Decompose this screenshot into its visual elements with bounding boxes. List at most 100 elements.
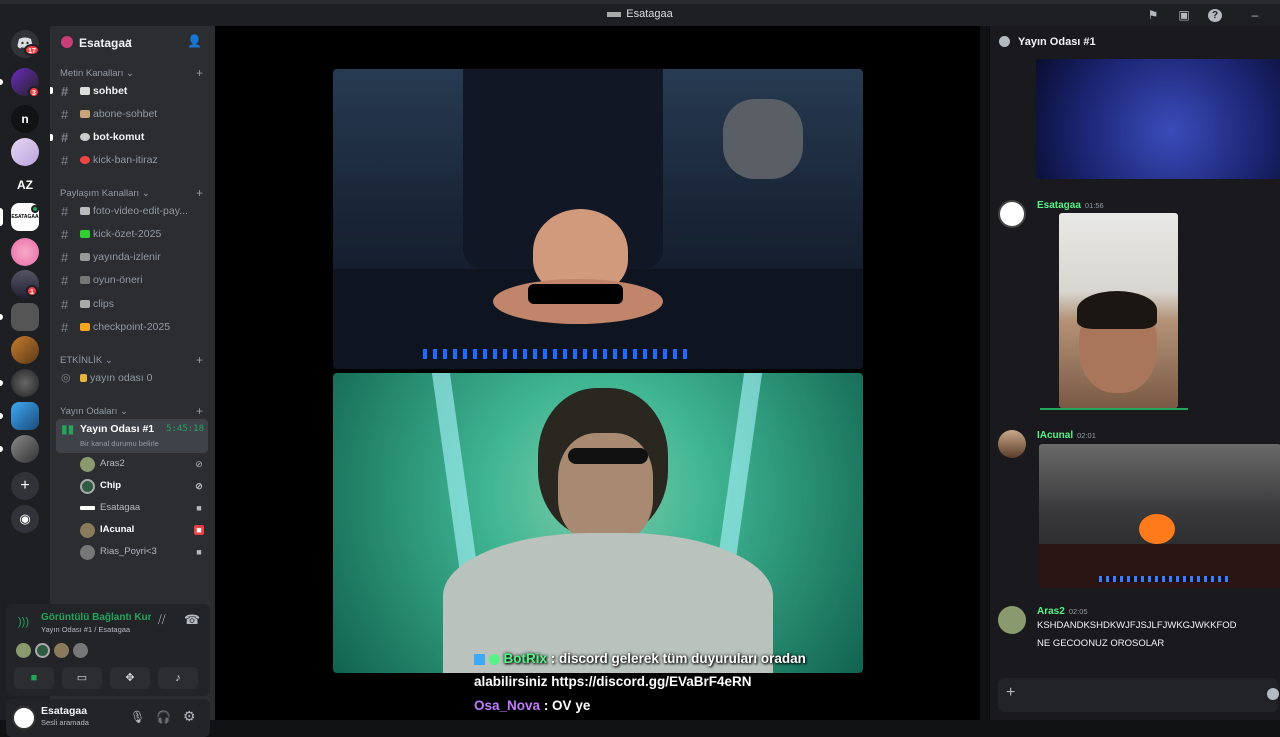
server-header[interactable]: Esatagaa ⌄ 👤	[50, 26, 215, 59]
server-icon[interactable]	[11, 369, 39, 397]
plus-icon[interactable]: +	[196, 353, 203, 367]
user-status: Sesli aramada	[41, 718, 89, 727]
video-tile-camera[interactable]	[333, 69, 863, 369]
screenshare-button[interactable]: ▭	[62, 667, 102, 689]
disconnect-icon[interactable]: ☎	[184, 612, 200, 628]
avatar	[35, 643, 50, 658]
message-attachment[interactable]	[1059, 213, 1178, 408]
message-author[interactable]: IAcunal 02:01	[1037, 430, 1096, 441]
title-bar: Esatagaa ⚑ ▣ ? –	[0, 0, 1280, 26]
video-tile-camera[interactable]	[333, 373, 863, 673]
category-share[interactable]: Paylaşım Kanalları ⌄ +	[60, 186, 205, 200]
voice-member[interactable]: Aras2 ⊘	[78, 454, 208, 474]
activity-button[interactable]: ✥	[110, 667, 150, 689]
server-boost-icon	[61, 36, 73, 48]
server-icon[interactable]	[11, 336, 39, 364]
voice-member[interactable]: IAcunal ■	[78, 520, 208, 540]
bot-badge-icon	[474, 653, 485, 665]
channel-abone-sohbet[interactable]: # abone-sohbet	[56, 104, 208, 125]
voice-connection-panel: ))) Görüntülü Bağlantı Kur Yayın Odası #…	[6, 604, 210, 696]
hash-icon: #	[61, 107, 69, 122]
hash-icon: #	[61, 320, 69, 335]
add-server-icon[interactable]: +	[11, 472, 39, 500]
message-text: KSHDANDKSHDKWJFJSJLFJWKGJWKKFOD	[1037, 620, 1237, 631]
server-icon[interactable]	[11, 303, 39, 331]
avatar[interactable]	[12, 706, 36, 730]
mic-muted-icon: ⊘	[195, 459, 203, 469]
avatar[interactable]	[998, 606, 1026, 634]
server-icon[interactable]	[11, 238, 39, 266]
window-title: Esatagaa	[0, 8, 1280, 20]
channel-status[interactable]: Bir kanal durumu belirle	[80, 434, 159, 453]
server-icon-n[interactable]: n	[11, 105, 39, 133]
channel-foto-video[interactable]: # foto-video-edit-pay...	[56, 201, 208, 222]
server-icon[interactable]	[11, 138, 39, 166]
invite-icon[interactable]: 👤	[187, 34, 202, 48]
channel-sidebar: Esatagaa ⌄ 👤 Metin Kanalları ⌄ + # sohbet …	[6, 26, 215, 737]
noise-suppression-icon[interactable]: ⧸⧸	[158, 614, 165, 627]
hash-icon: #	[61, 204, 69, 219]
channel-yayin-odasi-0[interactable]: ◎ yayın odası 0	[56, 368, 208, 389]
mic-icon[interactable]: 🎙	[130, 710, 145, 724]
server-icon-az[interactable]: AZ	[11, 171, 39, 199]
hash-icon: #	[61, 84, 69, 99]
signal-icon: )))	[18, 616, 29, 628]
avatar[interactable]	[998, 200, 1026, 228]
headphones-icon[interactable]: 🎧	[156, 710, 171, 724]
emoji-icon[interactable]	[1267, 688, 1279, 700]
chat-input[interactable]: +	[998, 678, 1279, 712]
channel-kick-ozet[interactable]: # kick-özet-2025	[56, 224, 208, 245]
message-author[interactable]: Esatagaa 01:56	[1037, 200, 1104, 211]
channel-yayin-odasi-1[interactable]: ▮▮ Yayın Odası #1 5:45:18 Bir kanal duru…	[56, 419, 208, 453]
mic-muted-icon: ⊘	[195, 481, 203, 491]
explore-icon[interactable]: ◉	[11, 505, 39, 533]
notification-badge: 1	[26, 285, 38, 297]
channel-yayinda-izlenir[interactable]: # yayında-izlenir	[56, 247, 208, 268]
plus-icon[interactable]: +	[1006, 684, 1015, 702]
stage-live-icon: ▮▮	[61, 422, 75, 436]
avatar[interactable]	[998, 430, 1026, 458]
stream-chat-line: BotRix : discord gelerek tüm duyuruları …	[474, 651, 806, 666]
channel-clips[interactable]: # clips	[56, 294, 208, 315]
channel-kick-ban-itiraz[interactable]: # kick-ban-itiraz	[56, 150, 208, 171]
category-text[interactable]: Metin Kanalları ⌄ +	[60, 66, 205, 80]
camera-button[interactable]: ■	[14, 667, 54, 689]
voice-member[interactable]: Esatagaa ■	[78, 498, 208, 518]
voice-member[interactable]: Rias_Poyri<3 ■	[78, 542, 208, 562]
username[interactable]: Esatagaa	[41, 705, 87, 717]
voice-location[interactable]: Yayın Odası #1 / Esatagaa	[41, 625, 130, 634]
flag-icon[interactable]: ⚑	[1146, 9, 1160, 22]
help-icon[interactable]: ?	[1208, 9, 1222, 22]
plus-icon[interactable]: +	[196, 404, 203, 418]
settings-icon[interactable]: ⚙	[183, 708, 196, 725]
chevron-down-icon: ⌄	[125, 34, 134, 45]
soundboard-button[interactable]: ♪	[158, 667, 198, 689]
stream-chat-line: Osa_Nova : OV ye	[474, 698, 591, 713]
user-panel: Esatagaa Sesli aramada 🎙 🎧 ⚙	[6, 699, 210, 737]
chat-header: Yayın Odası #1	[990, 26, 1280, 58]
channel-checkpoint[interactable]: # checkpoint-2025	[56, 317, 208, 338]
voice-member[interactable]: Chip ⊘	[78, 476, 208, 496]
stream-chat-line: alabilirsiniz https://discord.gg/EVaBrF4…	[474, 674, 752, 689]
stage-chat-panel: Yayın Odası #1 Esatagaa 01:56 IAcunal 02:0…	[989, 26, 1280, 720]
voice-status[interactable]: Görüntülü Bağlantı Kur	[41, 612, 151, 623]
message-author[interactable]: Aras2 02:05	[1037, 606, 1088, 617]
camera-icon: ■	[196, 503, 202, 513]
server-icon[interactable]	[11, 402, 39, 430]
category-stage[interactable]: Yayın Odaları ⌄ +	[60, 404, 205, 418]
channel-oyun-oneri[interactable]: # oyun-öneri	[56, 270, 208, 291]
plus-icon[interactable]: +	[196, 186, 203, 200]
channel-sohbet[interactable]: # sohbet	[56, 81, 208, 102]
minimize-icon[interactable]: –	[1248, 9, 1262, 22]
plus-icon[interactable]: +	[196, 66, 203, 80]
avatar	[73, 643, 88, 658]
channel-bot-komut[interactable]: # bot-komut	[56, 127, 208, 148]
inbox-icon[interactable]: ▣	[1177, 9, 1191, 22]
server-icon[interactable]	[11, 435, 39, 463]
category-events[interactable]: ETKİNLİK ⌄ +	[60, 353, 205, 367]
message-attachment[interactable]	[1036, 59, 1280, 179]
hash-icon: #	[61, 250, 69, 265]
message-attachment[interactable]	[1039, 444, 1280, 588]
chat-title: Yayın Odası #1	[1018, 36, 1096, 48]
hash-icon: #	[61, 297, 69, 312]
